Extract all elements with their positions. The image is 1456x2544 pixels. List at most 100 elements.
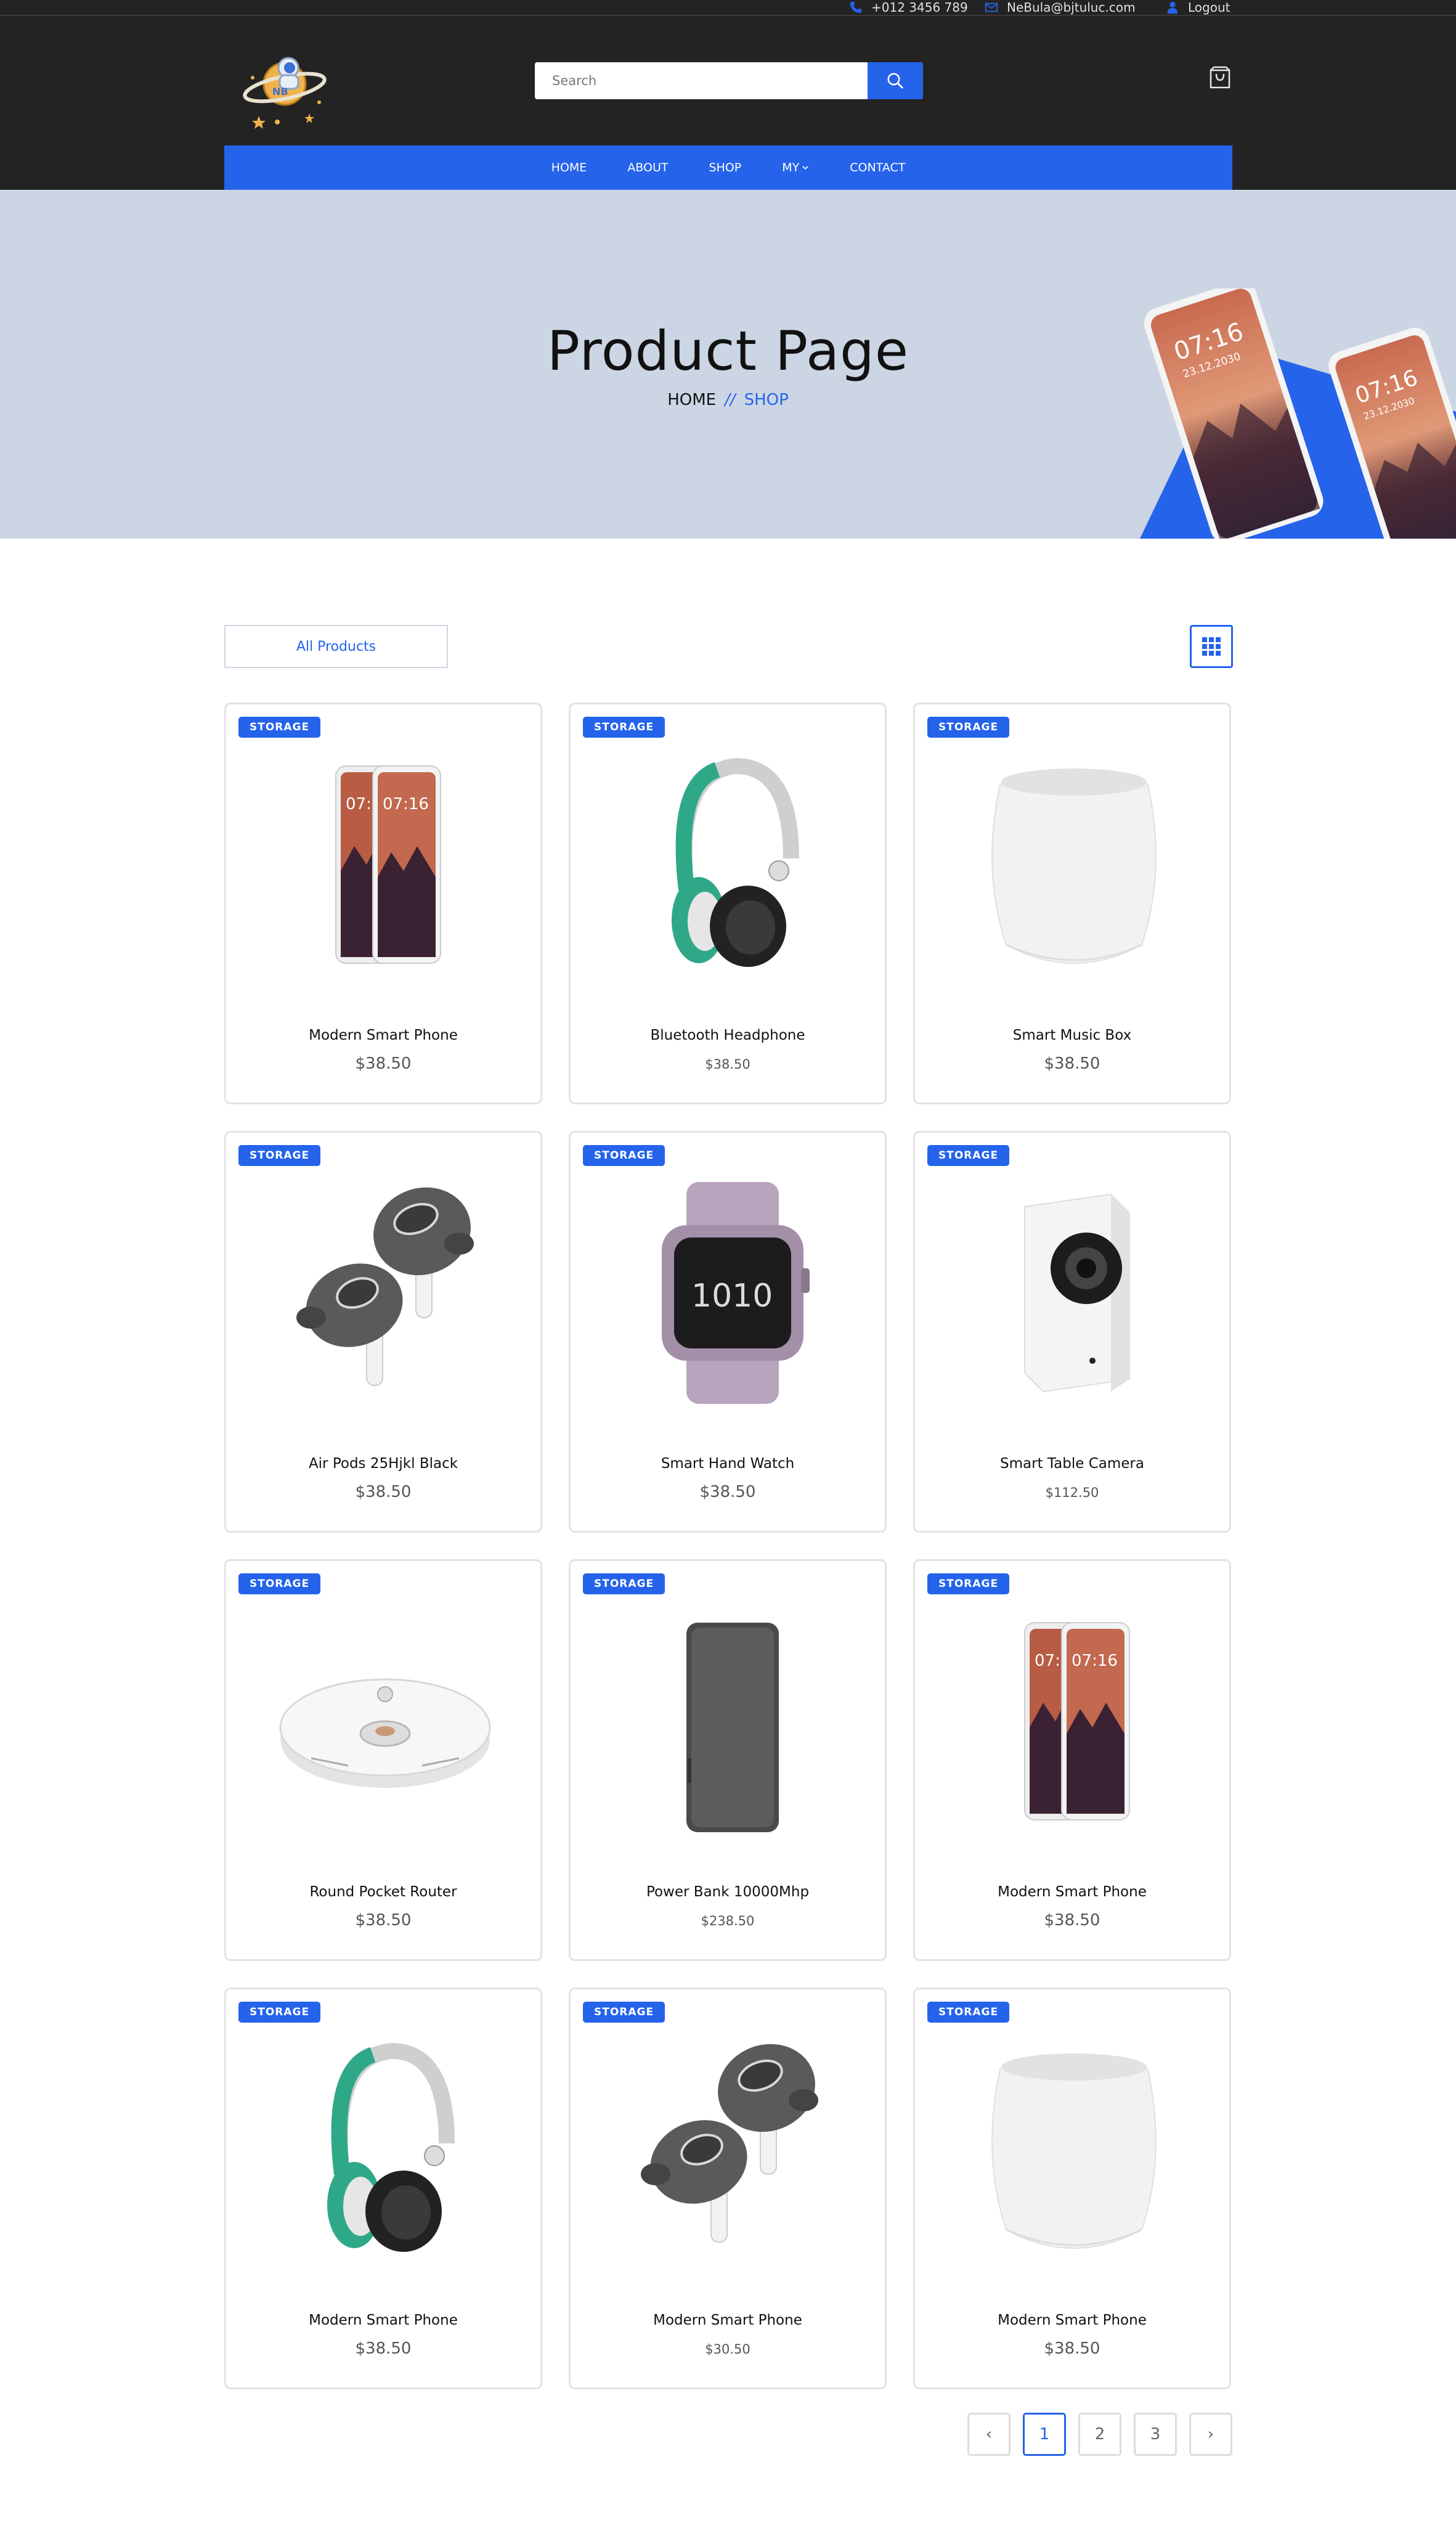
product-price: $30.50	[705, 2342, 750, 2357]
nav-about[interactable]: ABOUT	[607, 161, 688, 174]
product-price: $38.50	[1044, 1054, 1100, 1073]
product-badge: STORAGE	[583, 717, 665, 738]
product-price: $38.50	[1044, 2339, 1100, 2358]
product-image	[963, 1176, 1185, 1410]
product-price: $38.50	[699, 1483, 756, 1501]
svg-text:1010: 1010	[691, 1278, 773, 1315]
product-name: Air Pods 25Hjkl Black	[308, 1456, 458, 1472]
product-name: Modern Smart Phone	[309, 1027, 458, 1043]
all-products-filter[interactable]: All Products	[224, 625, 448, 668]
chevron-down-icon	[802, 166, 808, 170]
product-image: 07:16 07:16	[963, 1604, 1185, 1838]
headphone-image-icon	[672, 757, 799, 967]
breadcrumb-separator: //	[725, 391, 736, 409]
mail-icon	[985, 2, 998, 12]
product-badge: STORAGE	[583, 1145, 665, 1166]
pagination-prev-button[interactable]: ‹	[967, 2413, 1011, 2456]
product-name: Smart Music Box	[1012, 1027, 1132, 1043]
logout-label[interactable]: Logout	[1188, 0, 1230, 15]
pagination-page-2[interactable]: 2	[1078, 2413, 1121, 2456]
product-card[interactable]: STORAGE Modern Smart Phone $38.50	[913, 1988, 1231, 2389]
breadcrumb-current: SHOP	[744, 391, 789, 409]
product-card[interactable]: STORAGE Round Pocket Router $38.50	[224, 1559, 542, 1961]
product-image	[619, 2032, 840, 2267]
nav-my-dropdown[interactable]: MY	[762, 161, 829, 174]
phone-icon	[850, 1, 862, 14]
svg-text:07:16: 07:16	[383, 795, 429, 813]
logout-link[interactable]: Logout	[1166, 0, 1230, 15]
search-input[interactable]	[535, 62, 868, 99]
product-card[interactable]: STORAGE Modern Smart Phone $38.50	[224, 1988, 542, 2389]
earbuds-image-icon	[296, 1187, 474, 1386]
earbuds-image-icon	[641, 2044, 818, 2243]
grid-view-button[interactable]	[1190, 625, 1233, 668]
nav-contact-label: CONTACT	[850, 161, 906, 174]
pagination-next-button[interactable]: ›	[1189, 2413, 1232, 2456]
robot-vacuum-image-icon	[279, 1678, 491, 1788]
power-bank-image-icon	[686, 1623, 779, 1832]
nav-home-label: HOME	[551, 161, 587, 174]
site-logo[interactable]: NB	[240, 41, 333, 133]
product-card[interactable]: STORAGE 07:16 07:16 Modern Smart Phone $…	[224, 703, 542, 1104]
chevron-left-icon: ‹	[985, 2425, 993, 2444]
grid-icon	[1202, 637, 1221, 656]
product-image	[274, 1604, 496, 1838]
product-name: Power Bank 10000Mhp	[646, 1884, 810, 1900]
product-price: $38.50	[355, 1483, 412, 1501]
product-image	[274, 1176, 496, 1410]
svg-text:07:16: 07:16	[1072, 1652, 1118, 1670]
product-card[interactable]: STORAGE Smart Music Box $38.50	[913, 703, 1231, 1104]
product-badge: STORAGE	[927, 1145, 1010, 1166]
product-name: Bluetooth Headphone	[650, 1027, 805, 1043]
astronaut-planet-logo-icon: NB	[243, 57, 327, 129]
product-badge: STORAGE	[238, 1573, 321, 1594]
search-button[interactable]	[868, 62, 923, 99]
pagination-page-3[interactable]: 3	[1134, 2413, 1177, 2456]
product-price: $238.50	[701, 1914, 755, 1928]
smartphones-image-icon: 07:16 07:16	[335, 765, 441, 964]
product-image: 07:16 07:16	[274, 748, 496, 982]
email-address[interactable]: NeBula@bjtuluc.com	[1007, 0, 1136, 15]
camera-image-icon	[1024, 1193, 1130, 1393]
product-card[interactable]: STORAGE Bluetooth Headphone $38.50	[569, 703, 887, 1104]
product-badge: STORAGE	[583, 1573, 665, 1594]
page-number: 2	[1094, 2425, 1105, 2444]
product-name: Modern Smart Phone	[309, 2312, 458, 2328]
nav-contact[interactable]: CONTACT	[829, 161, 925, 174]
product-card[interactable]: STORAGE 07:16 07:16 Modern Smart Phone $…	[913, 1559, 1231, 1961]
product-image	[274, 2032, 496, 2267]
nav-shop-label: SHOP	[709, 161, 742, 174]
product-card[interactable]: STORAGE Air Pods 25Hjkl Black $38.50	[224, 1131, 542, 1533]
pagination-page-1[interactable]: 1	[1023, 2413, 1066, 2456]
product-price: $38.50	[705, 1057, 750, 1072]
smartwatch-image-icon: 1010	[662, 1182, 810, 1404]
nav-home[interactable]: HOME	[531, 161, 608, 174]
main-nav: HOME ABOUT SHOP MY CONTACT	[224, 145, 1232, 190]
speaker-image-icon	[991, 768, 1157, 964]
product-badge: STORAGE	[238, 717, 321, 738]
product-image	[619, 748, 840, 982]
cart-button[interactable]	[1209, 65, 1231, 90]
breadcrumb-home[interactable]: HOME	[667, 391, 716, 409]
svg-text:NB: NB	[272, 86, 288, 97]
search-bar	[535, 62, 923, 99]
smartphones-image-icon: 07:16 07:16	[1024, 1622, 1130, 1820]
page-hero: Product Page HOME//SHOP 07:16 23.12.2030	[0, 190, 1456, 539]
hero-phones-image: 07:16 23.12.2030 07:16 23.12.2030	[1121, 281, 1456, 539]
product-name: Modern Smart Phone	[998, 2312, 1147, 2328]
product-price: $38.50	[355, 1054, 412, 1073]
product-card[interactable]: STORAGE Smart Table Camera $112.50	[913, 1131, 1231, 1533]
headphone-image-icon	[327, 2042, 455, 2252]
product-card[interactable]: STORAGE Modern Smart Phone $30.50	[569, 1988, 887, 2389]
chevron-right-icon: ›	[1207, 2425, 1214, 2444]
product-badge: STORAGE	[238, 2002, 321, 2023]
product-image	[963, 2032, 1185, 2267]
product-name: Modern Smart Phone	[653, 2312, 802, 2328]
filter-label: All Products	[296, 638, 376, 654]
nav-shop[interactable]: SHOP	[688, 161, 762, 174]
product-badge: STORAGE	[927, 717, 1010, 738]
product-card[interactable]: STORAGE Power Bank 10000Mhp $238.50	[569, 1559, 887, 1961]
email-contact[interactable]: NeBula@bjtuluc.com	[985, 0, 1136, 15]
product-price: $38.50	[355, 1911, 412, 1930]
product-card[interactable]: STORAGE 1010 Smart Hand Watch $38.50	[569, 1131, 887, 1533]
